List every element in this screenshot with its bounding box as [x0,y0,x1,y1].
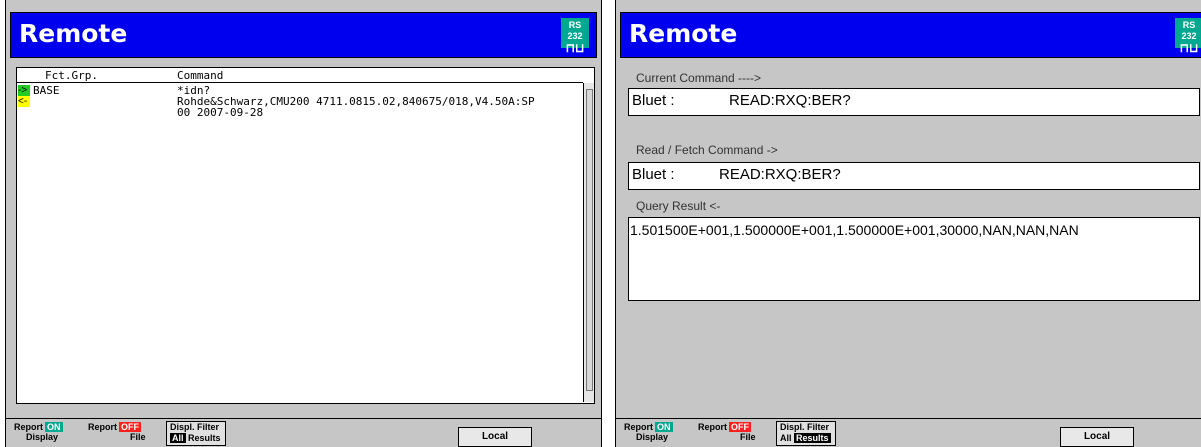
received-arrow-icon: <- [18,96,30,107]
rs232-badge: RS 232 ⊓⊔ [1175,18,1201,55]
window-title: Remote [19,19,128,48]
on-indicator: ON [655,422,673,432]
display-filter-button[interactable]: Displ. Filter All Results [166,421,226,446]
command-log[interactable]: Fct.Grp. Command -> BASE *idn? <- Rohde&… [16,67,595,404]
softkey-bar: Report ON Display Report OFF File Displ. F… [6,418,601,447]
read-fetch-field: Bluet : READ:RXQ:BER? [628,162,1200,190]
remote-status-panel: Remote RS 232 ⊓⊔ Current Command ----> B… [615,0,1201,447]
rs232-label: RS 232 [1181,20,1197,41]
report-display-softkey[interactable]: Report ON Display [14,422,63,442]
current-command-field: Bluet : READ:RXQ:BER? [628,88,1200,116]
title-bar: Remote RS 232 ⊓⊔ [10,12,597,58]
log-group: BASE [33,84,60,97]
off-indicator: OFF [119,422,141,432]
filter-all-option: All [170,433,186,443]
current-command-prefix: Bluet : [632,92,675,109]
rs232-connector-icon: ⊓⊔ [565,41,585,55]
filter-results-option: Results [794,433,831,443]
local-button[interactable]: Local [458,427,532,447]
query-result-value: 1.501500E+001,1.500000E+001,1.500000E+00… [630,222,1079,238]
report-file-softkey[interactable]: Report OFF File [698,422,756,442]
rs232-label: RS 232 [567,20,583,41]
remote-log-panel: Remote RS 232 ⊓⊔ Fct.Grp. Command -> BAS… [5,0,602,447]
filter-results-option: Results [188,433,221,443]
rs232-connector-icon: ⊓⊔ [1179,41,1199,55]
on-indicator: ON [45,422,63,432]
window-title: Remote [629,19,738,48]
scrollbar-thumb[interactable] [586,89,593,391]
query-result-field: 1.501500E+001,1.500000E+001,1.500000E+00… [628,217,1200,301]
log-response-cont: 00 2007-09-28 [177,106,264,119]
filter-all-option: All [780,433,792,443]
read-fetch-prefix: Bluet : [632,166,675,183]
local-button[interactable]: Local [1060,427,1134,447]
display-filter-button[interactable]: Displ. Filter All Results [776,421,836,446]
current-command-label: Current Command ----> [636,71,762,85]
column-command: Command [177,69,224,82]
softkey-bar: Report ON Display Report OFF File Displ. F… [616,418,1201,447]
title-bar: Remote RS 232 ⊓⊔ [620,12,1201,58]
read-fetch-value: READ:RXQ:BER? [719,166,841,183]
log-header: Fct.Grp. Command [17,68,583,83]
query-result-label: Query Result <- [636,199,721,213]
current-command-value: READ:RXQ:BER? [729,92,851,109]
report-file-softkey[interactable]: Report OFF File [88,422,146,442]
column-fct-grp: Fct.Grp. [45,69,98,82]
off-indicator: OFF [729,422,751,432]
report-display-softkey[interactable]: Report ON Display [624,422,673,442]
log-scrollbar[interactable] [583,83,594,402]
rs232-badge: RS 232 ⊓⊔ [561,18,589,55]
read-fetch-label: Read / Fetch Command -> [636,143,778,157]
sent-arrow-icon: -> [18,85,30,96]
